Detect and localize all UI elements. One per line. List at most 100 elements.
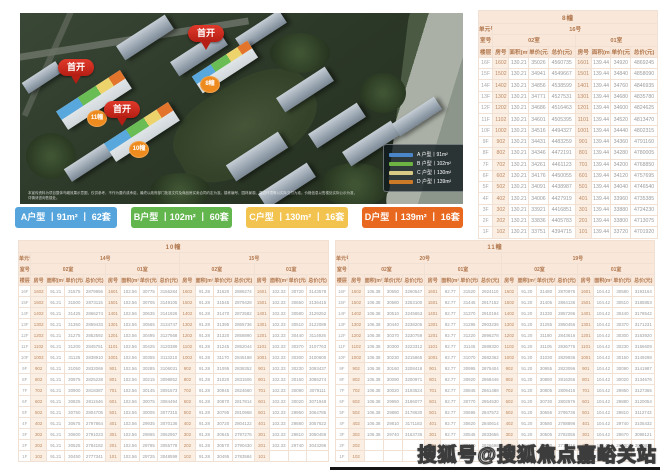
floor-cell: 2F bbox=[19, 440, 31, 451]
table-cell: 1401 bbox=[105, 308, 121, 319]
table-row: 10F1002106.38302303215865100192.77310702… bbox=[336, 352, 655, 363]
table-cell: 102.33 bbox=[270, 352, 289, 363]
table-cell: 31520 bbox=[460, 286, 479, 297]
table-cell: 3064785 bbox=[307, 407, 329, 418]
room-row: 室号02室01室02室01室 bbox=[336, 264, 655, 275]
table-cell: 402 bbox=[501, 418, 517, 429]
table-row: 12F1202106.38303703230759120192.77312202… bbox=[336, 330, 655, 341]
table-cell: 139.44 bbox=[591, 159, 611, 170]
table-cell: 3057622 bbox=[307, 418, 329, 429]
table-cell: 102.56 bbox=[121, 330, 140, 341]
table-cell: 139.44 bbox=[591, 125, 611, 136]
table-cell: 91.21 bbox=[46, 286, 65, 297]
table-cell: 92.77 bbox=[441, 286, 460, 297]
table-cell: 4549667 bbox=[548, 69, 575, 80]
table-cell: 30545 bbox=[460, 429, 479, 440]
table-cell: 1001 bbox=[425, 352, 441, 363]
table-cell: 31425 bbox=[65, 308, 84, 319]
table-cell: 31370 bbox=[460, 308, 479, 319]
table-cell: 106.38 bbox=[364, 363, 383, 374]
table-cell: 30440 bbox=[383, 319, 402, 330]
table-cell: 29880 bbox=[288, 418, 307, 429]
table-cell: 2857296 bbox=[555, 308, 577, 319]
table-cell: 3120054 bbox=[632, 396, 655, 407]
table-cell: 130.21 bbox=[509, 204, 529, 215]
floor-cell: 9F bbox=[336, 363, 349, 374]
table-cell: 3062957 bbox=[158, 429, 180, 440]
table-cell: 31445 bbox=[460, 297, 479, 308]
table-row: 9F902130.21344314483259901139.4434360479… bbox=[479, 136, 658, 147]
table-cell: 4416851 bbox=[548, 204, 575, 215]
table-cell: 2896278 bbox=[479, 330, 501, 341]
table-row: 4F402106.3829810317118340192.77306202840… bbox=[336, 418, 655, 429]
table-cell: 91.28 bbox=[195, 330, 214, 341]
table-cell: 30215 bbox=[139, 374, 158, 385]
table-cell: 801 bbox=[425, 374, 441, 385]
legend-label: D 户型丨139m² bbox=[417, 178, 451, 185]
table-cell: 34856 bbox=[529, 80, 549, 91]
table-row: 12F120291.213127528525921201102.56304953… bbox=[19, 330, 329, 341]
table-cell: 3127365 bbox=[632, 385, 655, 396]
table-cell: 3260547 bbox=[402, 286, 424, 297]
table-cell: 102.56 bbox=[121, 341, 140, 352]
table-cell: 801 bbox=[575, 148, 591, 159]
table-cell: 30300 bbox=[383, 341, 402, 352]
table-cell: 802 bbox=[493, 148, 509, 159]
table-cell: 3215865 bbox=[402, 352, 424, 363]
table-cell: 902 bbox=[493, 136, 509, 147]
price-table: 11幢单元号20号19号室号02室01室02室01室楼层房号面积(m²)单价(元… bbox=[335, 240, 655, 462]
table-row: 8F802106.3830090320097180192.77309202868… bbox=[336, 374, 655, 385]
table-cell: 30355 bbox=[139, 352, 158, 363]
column-header-row: 楼层房号面积(m²)单价(元/m²)总价(元)房号面积(m²)单价(元/m²)总… bbox=[19, 275, 329, 286]
table-cell: 30495 bbox=[214, 451, 233, 462]
table-cell: 2777341 bbox=[84, 451, 106, 462]
table-cell: 34360 bbox=[611, 136, 631, 147]
table-cell: 31105 bbox=[536, 341, 555, 352]
table-cell: 501 bbox=[578, 407, 594, 418]
table-cell: 30090 bbox=[288, 385, 307, 396]
table-cell: 401 bbox=[105, 418, 121, 429]
table-cell: 102 bbox=[493, 227, 509, 238]
table-cell: 29740 bbox=[383, 429, 402, 440]
table-cell: 30565 bbox=[139, 319, 158, 330]
floor-cell: 9F bbox=[479, 136, 493, 147]
table-cell: 1401 bbox=[578, 308, 594, 319]
table-cell: 1201 bbox=[575, 103, 591, 114]
table-cell: 102.33 bbox=[270, 297, 289, 308]
table-cell: 91.28 bbox=[195, 341, 214, 352]
table-cell: 30770 bbox=[460, 396, 479, 407]
table-cell: 2804122 bbox=[232, 418, 254, 429]
table-cell: 91.21 bbox=[46, 396, 65, 407]
table-cell: 3084494 bbox=[158, 396, 180, 407]
table-cell: 30020 bbox=[613, 374, 632, 385]
table-cell: 801 bbox=[254, 374, 270, 385]
pin-label: 首开 bbox=[197, 28, 215, 38]
table-cell: 34760 bbox=[611, 80, 631, 91]
table-cell: 91.20 bbox=[517, 341, 536, 352]
table-cell: 4858090 bbox=[631, 69, 658, 80]
table-row: 7F70291.21309002818387701102.56301453091… bbox=[19, 385, 329, 396]
table-cell: 901 bbox=[425, 363, 441, 374]
table-cell: 92.77 bbox=[441, 374, 460, 385]
table-cell: 29935 bbox=[139, 418, 158, 429]
table-cell: 30975 bbox=[65, 374, 84, 385]
table-cell: 30285 bbox=[139, 363, 158, 374]
table-row: 14F140291.213142528662741401102.56306353… bbox=[19, 308, 329, 319]
table-row: 4F40291.21306752797864401102.56299353070… bbox=[19, 418, 329, 429]
table-cell: 2910194 bbox=[479, 308, 501, 319]
table-cell: 91.28 bbox=[195, 319, 214, 330]
table-cell: 106.38 bbox=[364, 429, 383, 440]
table-cell: 302 bbox=[501, 429, 517, 440]
floor-cell: 10F bbox=[19, 352, 31, 363]
table-cell: 2782056 bbox=[555, 429, 577, 440]
table-cell: 3098121 bbox=[632, 429, 655, 440]
table-cell: 901 bbox=[575, 136, 591, 147]
table-cell: 31545 bbox=[214, 297, 233, 308]
table-row: 16F160291.213157528799561601102.56307753… bbox=[19, 286, 329, 297]
table-cell: 3086274 bbox=[307, 374, 329, 385]
table-cell: 3186077 bbox=[402, 396, 424, 407]
table-cell: 91.28 bbox=[195, 352, 214, 363]
table-cell: 3100600 bbox=[307, 352, 329, 363]
table-cell: 602 bbox=[31, 396, 47, 407]
table-cell: 31350 bbox=[65, 319, 84, 330]
